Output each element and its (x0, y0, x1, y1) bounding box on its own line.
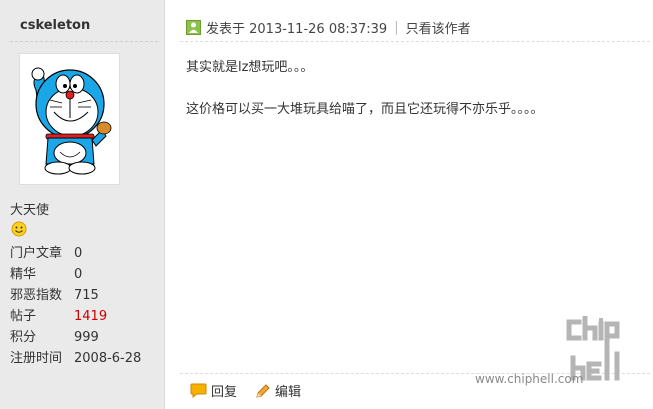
stat-row-register-date: 注册时间 2008-6-28 (10, 348, 160, 369)
stat-row-articles: 门户文章 0 (10, 243, 160, 264)
only-author-link[interactable]: 只看该作者 (406, 18, 471, 37)
stat-value[interactable]: 0 (74, 243, 82, 264)
divider: | (394, 19, 399, 35)
online-icon (186, 19, 201, 35)
stat-row-points: 积分 999 (10, 327, 160, 348)
stat-label: 注册时间 (10, 351, 63, 366)
stat-value-posts[interactable]: 1419 (74, 306, 107, 327)
post-content: 其实就是lz想玩吧。。。 这价格可以买一大堆玩具给喵了，而且它还玩得不亦乐乎。。… (186, 58, 646, 120)
edit-label: 编辑 (275, 385, 302, 400)
user-stats: 门户文章 0 精华 0 邪恶指数 715 帖子 1419 积分 999 注册时间… (10, 243, 160, 369)
divider (10, 41, 158, 42)
post-header: 发表于 2013-11-26 08:37:39 | 只看该作者 (186, 17, 471, 37)
divider (180, 41, 650, 42)
edit-icon (256, 383, 270, 398)
smiley-icon (11, 221, 27, 237)
stat-value: 2008-6-28 (74, 351, 142, 366)
username-link[interactable]: cskeleton (20, 18, 90, 33)
edit-button[interactable]: 编辑 (255, 381, 301, 400)
stat-label: 门户文章 (10, 246, 63, 261)
stat-row-posts: 帖子 1419 (10, 306, 160, 327)
post-timestamp: 发表于 2013-11-26 08:37:39 (206, 21, 388, 37)
user-sidebar: cskeleton 大天使 门户文章 0 精华 0 邪恶指数 715 帖子 14… (0, 0, 165, 409)
post-text-line: 其实就是lz想玩吧。。。 (186, 60, 314, 75)
stat-label: 精华 (10, 267, 37, 282)
stat-value: 715 (74, 288, 99, 303)
post-text-line: 这价格可以买一大堆玩具给喵了，而且它还玩得不亦乐乎。。。。 (186, 102, 544, 117)
user-rank: 大天使 (10, 203, 50, 218)
stat-label: 邪恶指数 (10, 288, 63, 303)
avatar[interactable] (19, 53, 120, 185)
stat-row-digest: 精华 0 (10, 264, 160, 285)
reply-label: 回复 (211, 385, 238, 400)
stat-label: 积分 (10, 330, 37, 345)
stat-label: 帖子 (10, 309, 37, 324)
watermark-url: www.chiphell.com (475, 372, 584, 386)
doraemon-avatar-image (31, 67, 111, 175)
post-actions: 回复 编辑 (190, 381, 319, 400)
stat-row-evil-index: 邪恶指数 715 (10, 285, 160, 306)
reply-button[interactable]: 回复 (190, 381, 237, 400)
stat-value[interactable]: 0 (74, 264, 82, 285)
reply-icon (190, 383, 207, 398)
stat-value: 999 (74, 330, 99, 345)
